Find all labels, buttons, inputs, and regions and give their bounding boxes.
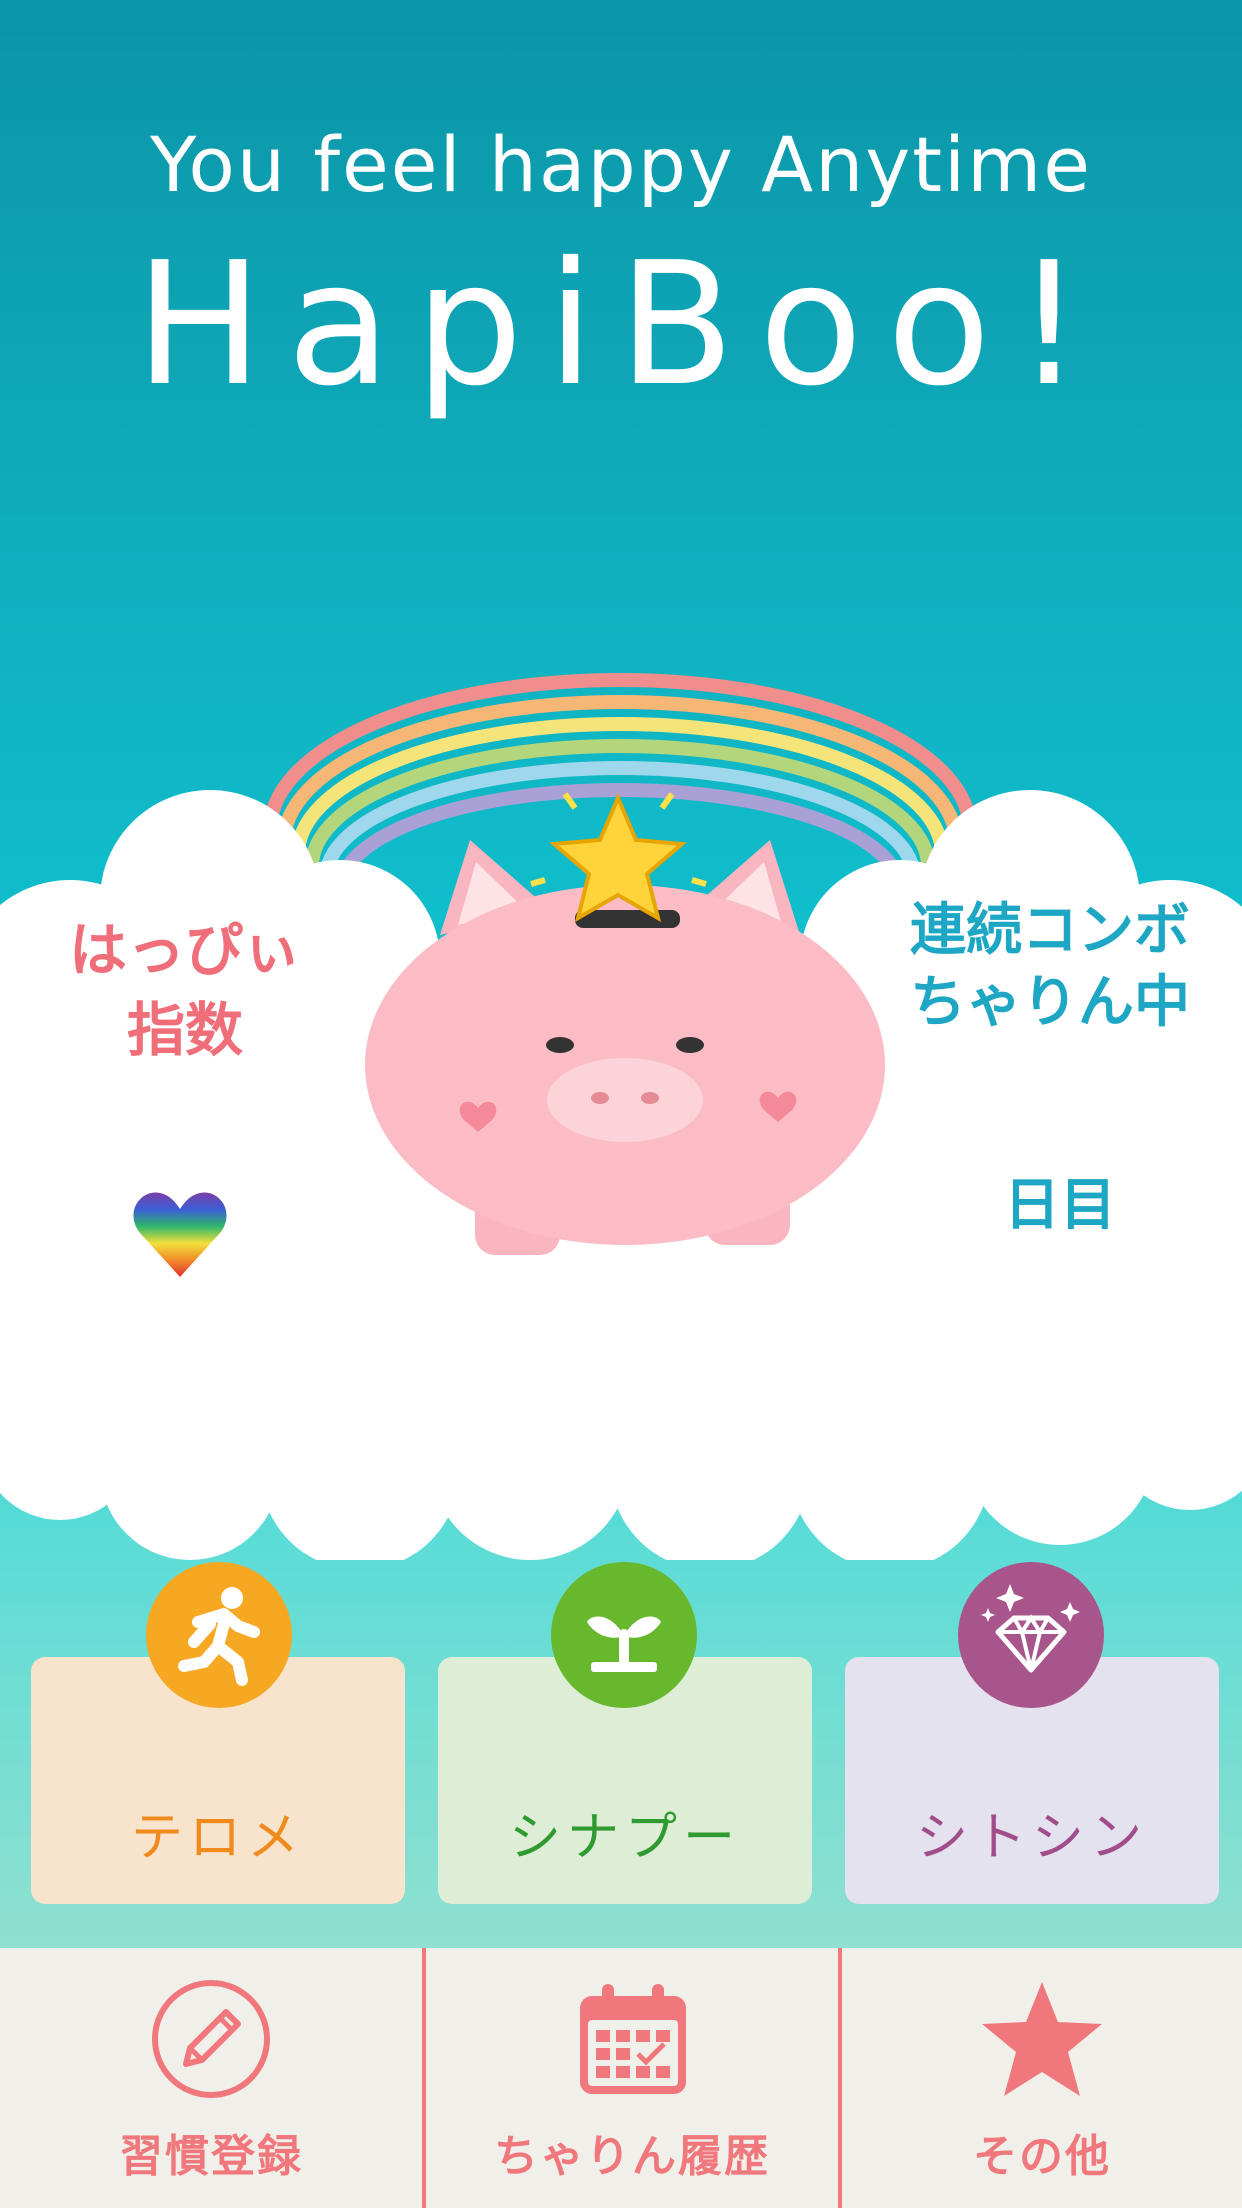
combo-label-line2: ちゃりん中 <box>910 970 1190 1035</box>
app-logo: HapiBoo! <box>135 226 1107 424</box>
piggy-bank <box>365 840 885 1255</box>
bottom-tab-bar: 習慣登録 ちゃりん履歴 その他 <box>0 1948 1242 2208</box>
tagline: You feel happy Anytime <box>150 120 1092 209</box>
tab-label: 習慣登録 <box>119 2131 303 2182</box>
diamond-icon <box>958 1562 1104 1708</box>
star-icon <box>982 1982 1102 2096</box>
tab-habit-register[interactable]: 習慣登録 <box>0 1948 422 2208</box>
happy-index-label: はっぴぃ 指数 <box>40 910 330 1070</box>
piggy-scene <box>0 673 1242 1560</box>
tab-label: その他 <box>973 2131 1111 2182</box>
happy-index-label-line1: はっぴぃ <box>68 916 301 984</box>
tab-others[interactable]: その他 <box>842 1948 1242 2208</box>
running-person-icon <box>146 1562 292 1708</box>
category-card-label: テロメ <box>130 1808 305 1868</box>
happy-index-label-line2: 指数 <box>126 996 243 1064</box>
combo-label: 連続コンボ ちゃりん中 <box>880 895 1220 1039</box>
sprout-icon <box>551 1562 697 1708</box>
days-label: 日目 <box>1004 1173 1116 1238</box>
combo-label-line1: 連続コンボ <box>910 898 1190 963</box>
tab-charin-history[interactable]: ちゃりん履歴 <box>426 1948 838 2208</box>
rainbow-heart-icon <box>133 1192 227 1277</box>
category-card-label: シトシン <box>915 1808 1148 1868</box>
tab-label: ちゃりん履歴 <box>494 2131 770 2182</box>
calendar-icon <box>580 1984 686 2094</box>
pencil-icon <box>152 1980 270 2098</box>
category-card-label: シナプー <box>508 1808 741 1868</box>
